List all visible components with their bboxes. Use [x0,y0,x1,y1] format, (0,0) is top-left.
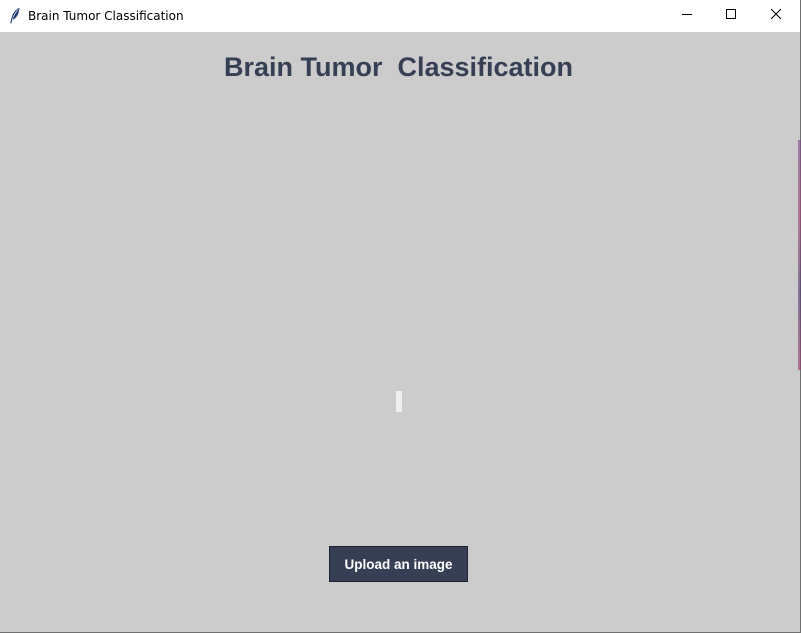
app-window: Brain Tumor Classification Brain Tumor C… [0,0,801,633]
upload-image-button[interactable]: Upload an image [329,546,468,582]
upload-button-label: Upload an image [344,556,453,572]
maximize-button[interactable] [708,0,754,32]
close-button[interactable] [753,0,799,32]
minimize-icon [681,7,693,25]
image-display-area [396,391,402,412]
page-title: Brain Tumor Classification [223,52,574,82]
close-icon [770,7,782,25]
window-title: Brain Tumor Classification [28,9,184,23]
minimize-button[interactable] [664,0,710,32]
title-bar[interactable]: Brain Tumor Classification [0,0,800,32]
maximize-icon [725,7,737,25]
feather-icon [9,7,21,24]
